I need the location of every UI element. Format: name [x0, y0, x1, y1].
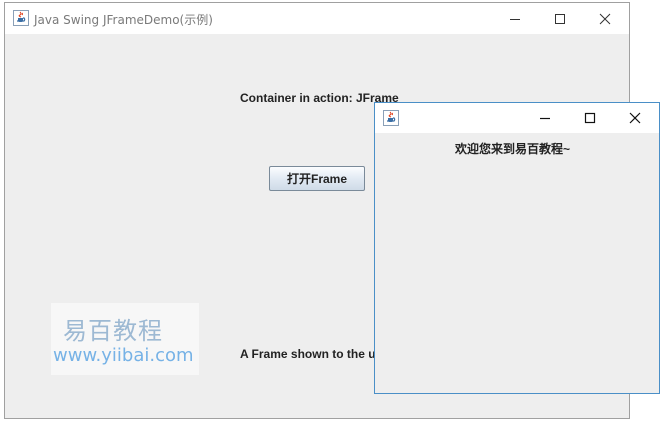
sub-maximize-button[interactable]	[568, 103, 612, 133]
watermark-url: www.yiibai.com	[53, 345, 194, 366]
watermark-brand: 易百教程	[63, 317, 163, 345]
frame-shown-label: A Frame shown to the user.	[240, 347, 397, 361]
minimize-button[interactable]	[493, 3, 537, 34]
maximize-icon	[584, 112, 596, 124]
sub-titlebar[interactable]	[375, 103, 659, 133]
close-icon	[599, 13, 611, 24]
maximize-button[interactable]	[538, 3, 582, 34]
minimize-icon	[510, 18, 520, 20]
sub-window: 欢迎您来到易百教程~	[374, 102, 660, 394]
welcome-message: 欢迎您来到易百教程~	[455, 142, 571, 156]
main-titlebar[interactable]: Java Swing JFrameDemo(示例)	[5, 3, 629, 34]
sub-close-button[interactable]	[613, 103, 657, 133]
main-window-title: Java Swing JFrameDemo(示例)	[34, 13, 213, 27]
watermark: 易百教程 www.yiibai.com	[51, 303, 199, 375]
close-icon	[629, 112, 641, 124]
minimize-icon	[540, 117, 550, 120]
sub-minimize-button[interactable]	[523, 103, 567, 133]
maximize-icon	[555, 13, 565, 24]
close-button[interactable]	[583, 3, 627, 34]
open-frame-button[interactable]: 打开Frame	[269, 166, 365, 191]
java-icon	[383, 110, 399, 126]
java-icon	[13, 10, 29, 26]
